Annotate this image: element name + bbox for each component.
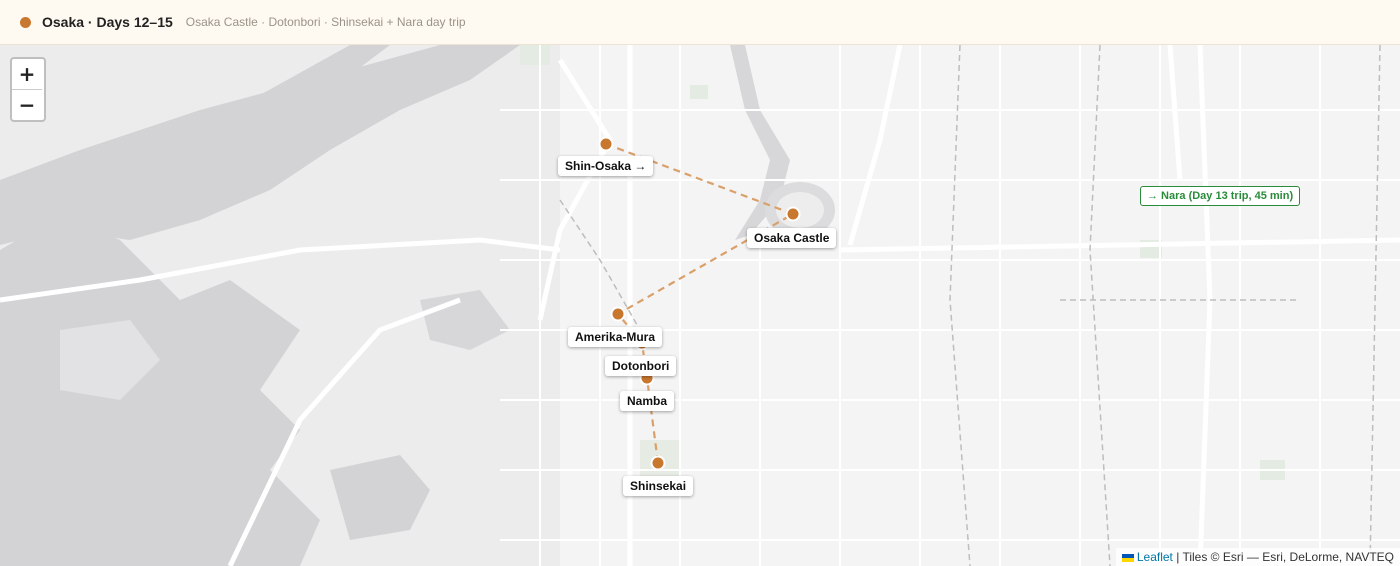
zoom-out-button[interactable]: − xyxy=(12,89,42,120)
zoom-in-button[interactable]: + xyxy=(12,59,42,89)
map-header: Osaka · Days 12–15 Osaka Castle · Dotonb… xyxy=(0,0,1400,45)
map-canvas[interactable] xyxy=(0,45,1400,566)
tiles-attribution: | Tiles © Esri — Esri, DeLorme, NAVTEQ xyxy=(1176,550,1394,564)
header-dot-icon xyxy=(20,16,31,28)
zoom-control: + − xyxy=(10,57,46,122)
map-attribution: Leaflet | Tiles © Esri — Esri, DeLorme, … xyxy=(1115,548,1400,566)
stop-label-namba[interactable]: Namba xyxy=(620,391,675,411)
stop-label-amerika-mura[interactable]: Amerika-Mura xyxy=(568,327,663,347)
leaflet-link[interactable]: Leaflet xyxy=(1137,550,1173,564)
page-title: Osaka · Days 12–15 xyxy=(42,14,173,30)
page-subtitle: Osaka Castle · Dotonbori · Shinsekai + N… xyxy=(185,15,466,29)
stop-label-dotonbori[interactable]: Dotonbori xyxy=(605,356,677,376)
ukraine-flag-icon xyxy=(1121,553,1134,562)
basemap-tiles xyxy=(0,45,1400,566)
stop-label-shin-osaka[interactable]: Shin-Osaka → xyxy=(558,156,654,176)
stop-label-shinsekai[interactable]: Shinsekai xyxy=(623,476,694,496)
stop-label-osaka-castle[interactable]: Osaka Castle xyxy=(747,228,837,248)
nara-day-trip-label[interactable]: → Nara (Day 13 trip, 45 min) xyxy=(1140,186,1301,206)
